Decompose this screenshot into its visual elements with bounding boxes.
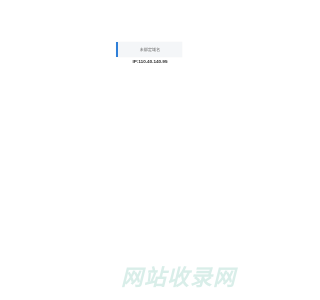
notice-text: 未绑定域名 [139,46,161,52]
site-watermark-logo: 网站收录网 [121,266,237,291]
page: 未绑定域名 IP:110.40.140.95 网站收录网 [0,0,300,300]
ip-address-label: IP:110.40.140.95 [132,59,168,64]
notice-box: 未绑定域名 [116,42,182,57]
